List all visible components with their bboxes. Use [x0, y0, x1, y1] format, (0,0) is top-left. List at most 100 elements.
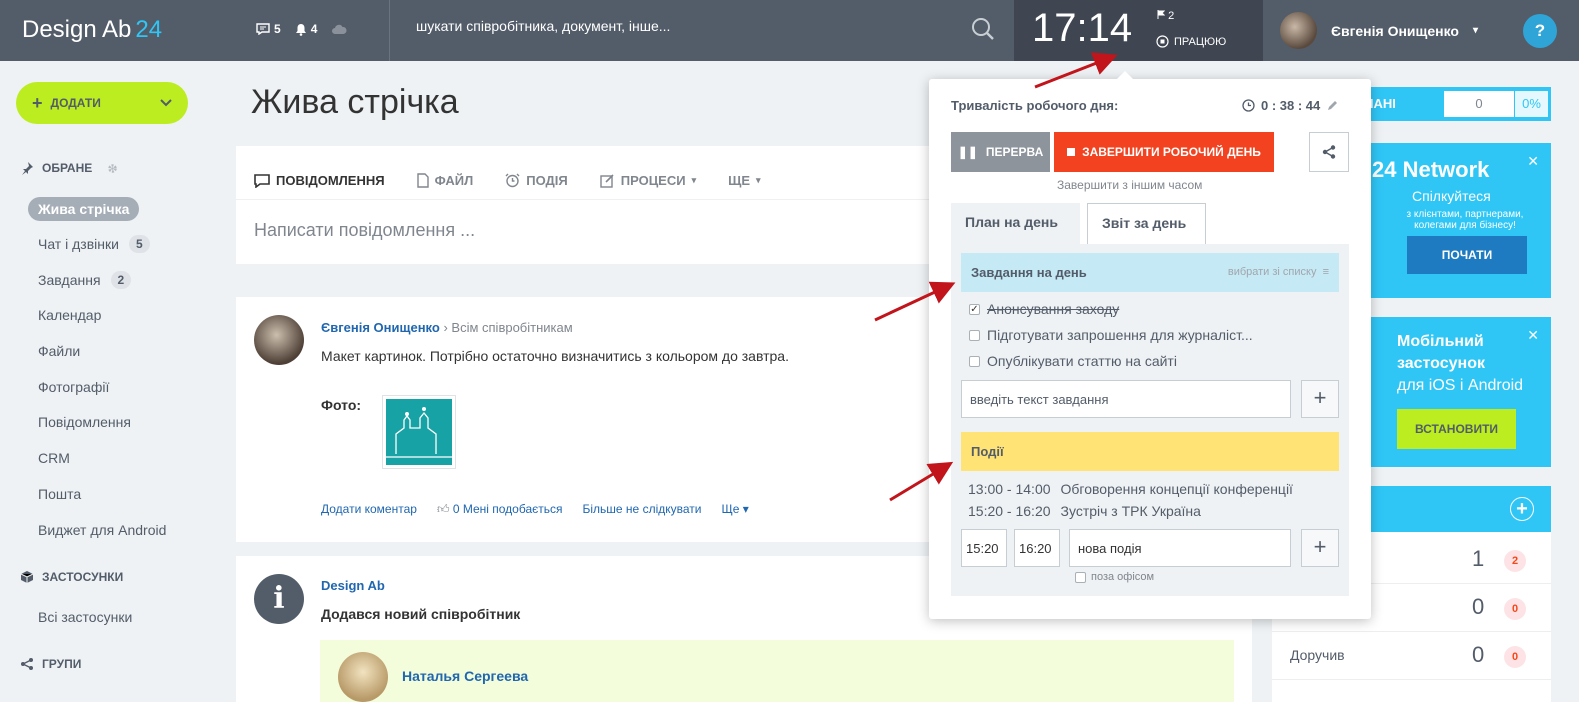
pick-from-list-link[interactable]: вибрати зі списку ≡	[1228, 266, 1329, 278]
flag-icon	[1157, 10, 1166, 19]
event-item[interactable]: 13:00 - 14:00 Обговорення концепції конфе…	[968, 481, 1293, 497]
pencil-icon[interactable]	[1326, 100, 1338, 112]
notifications-counter[interactable]: 4	[295, 22, 317, 36]
stop-icon	[1067, 148, 1076, 156]
out-of-office-option[interactable]: поза офісом	[1075, 571, 1154, 583]
pause-button[interactable]: ❚❚ ПЕРЕРВА	[951, 132, 1050, 172]
gear-icon[interactable]	[106, 162, 119, 175]
tab-day-report[interactable]: Звіт за день	[1087, 203, 1206, 244]
edit-icon	[600, 174, 614, 188]
stop-icon	[1156, 35, 1169, 48]
chevron-down-icon: ▾	[756, 175, 761, 185]
sidebar-item-chat[interactable]: Чат і дзвінки 5	[38, 235, 150, 253]
sidebar-item-messages[interactable]: Повідомлення	[38, 414, 131, 430]
task-item[interactable]: Опублікувати статтю на сайті	[969, 353, 1177, 369]
tab-event[interactable]: ПОДІЯ	[505, 162, 568, 199]
sidebar-item-calendar[interactable]: Календар	[38, 307, 101, 323]
install-button[interactable]: ВСТАНОВИТИ	[1397, 409, 1516, 449]
start-button[interactable]: ПОЧАТИ	[1407, 236, 1527, 274]
sidebar-item-files[interactable]: Файли	[38, 343, 80, 359]
post-author: Євгенія Онищенко › Всім співробітникам	[321, 320, 573, 335]
add-button[interactable]: + ДОДАТИ	[16, 82, 188, 124]
sidebar-item-all-apps[interactable]: Всі застосунки	[38, 609, 132, 625]
task-item[interactable]: ✓ Анонсування заходу	[969, 301, 1119, 317]
sidebar-item-crm[interactable]: CRM	[38, 450, 70, 466]
cube-icon	[20, 571, 34, 583]
avatar[interactable]	[338, 652, 388, 702]
tab-day-plan[interactable]: План на день	[951, 203, 1080, 244]
message-icon	[254, 173, 270, 188]
photo-thumbnail[interactable]	[382, 395, 456, 469]
user-menu[interactable]: Євгенія Онищенко ▾	[1280, 12, 1478, 49]
day-tasks-header: Завдання на день вибрати зі списку ≡	[961, 253, 1339, 292]
network-title: 24 Network	[1372, 157, 1490, 182]
task-item[interactable]: Підготувати запрошення для журналіст...	[969, 327, 1253, 343]
add-task-icon[interactable]: +	[1510, 497, 1534, 521]
event-item[interactable]: 15:20 - 16:20 Зустріч з ТРК Україна	[968, 503, 1201, 519]
info-icon: i	[254, 574, 304, 624]
sidebar-item-tasks[interactable]: Завдання 2	[38, 271, 132, 289]
alarm-icon	[505, 173, 520, 188]
new-event-input[interactable]: нова подія	[1069, 529, 1291, 567]
share-button[interactable]	[1309, 132, 1349, 172]
close-icon[interactable]: ✕	[1527, 327, 1539, 344]
event-from-input[interactable]: 15:20	[961, 529, 1007, 567]
apps-header[interactable]: ЗАСТОСУНКИ	[20, 570, 123, 584]
plan-count: 0	[1444, 91, 1514, 117]
chat-icon	[256, 23, 270, 35]
task-checkbox[interactable]	[969, 355, 980, 367]
author-avatar[interactable]	[254, 315, 304, 365]
work-day-clock[interactable]: 17:14 2 ПРАЦЮЮ	[1014, 0, 1263, 61]
logo[interactable]: Design Ab 24	[22, 16, 162, 44]
cloud-icon[interactable]	[331, 24, 347, 35]
tab-message[interactable]: ПОВІДОМЛЕННЯ	[254, 162, 385, 199]
help-button[interactable]: ?	[1523, 14, 1557, 48]
post-author[interactable]: Design Ab	[321, 578, 385, 593]
share-icon	[1322, 145, 1336, 159]
search-input[interactable]	[416, 18, 956, 34]
tab-processes[interactable]: ПРОЦЕСИ ▾	[600, 162, 696, 199]
task-text-input[interactable]: введіть текст завдання	[961, 380, 1291, 418]
favorites-header[interactable]: ОБРАНЕ	[20, 161, 119, 175]
task-checkbox[interactable]	[969, 329, 980, 341]
tab-file[interactable]: ФАЙЛ	[416, 162, 473, 199]
share-icon	[21, 658, 33, 670]
global-search	[389, 0, 1014, 61]
header-counters: 5 4	[256, 22, 347, 36]
plan-percent: 0%	[1515, 91, 1548, 117]
unfollow-link[interactable]: Більше не слідкувати	[583, 502, 702, 517]
avatar	[1280, 12, 1317, 49]
sidebar-item-android-widget[interactable]: Виджет для Android	[38, 522, 166, 538]
bell-icon	[295, 23, 306, 36]
close-icon[interactable]: ✕	[1527, 153, 1539, 170]
event-to-input[interactable]: 16:20	[1014, 529, 1060, 567]
new-employee-card: Наталья Сергеева	[320, 640, 1234, 702]
out-of-office-checkbox[interactable]	[1075, 571, 1086, 583]
sidebar-item-feed[interactable]: Жива стрічка	[28, 197, 140, 221]
sidebar-item-mail[interactable]: Пошта	[38, 486, 81, 502]
network-subtitle: Спілкуйтеся	[1412, 188, 1491, 204]
more-link[interactable]: Ще ▾	[721, 502, 748, 517]
groups-header[interactable]: ГРУПИ	[20, 657, 81, 671]
tab-more[interactable]: ЩЕ ▾	[728, 162, 760, 199]
post-destination[interactable]: Всім співробітникам	[451, 320, 572, 335]
task-checkbox[interactable]: ✓	[969, 303, 980, 315]
post-actions: Додати коментар 👍︎ 0 Мені подобається Бі…	[321, 502, 749, 517]
task-counter-row[interactable]: Доручив 00	[1272, 632, 1551, 680]
search-icon[interactable]	[970, 16, 996, 45]
photo-label: Фото:	[321, 397, 362, 413]
employee-name[interactable]: Наталья Сергеева	[402, 668, 528, 684]
finish-day-button[interactable]: ЗАВЕРШИТИ РОБОЧИЙ ДЕНЬ	[1054, 132, 1274, 172]
clock-time: 17:14	[1032, 6, 1133, 50]
finish-other-time-link[interactable]: Завершити з іншим часом	[1057, 178, 1202, 192]
like-link[interactable]: 👍︎ 0 Мені подобається	[437, 502, 563, 517]
author-link[interactable]: Євгенія Онищенко	[321, 320, 440, 335]
chevron-down-icon: ▾	[691, 175, 697, 185]
chat-badge: 5	[128, 235, 150, 253]
messages-counter[interactable]: 5	[256, 22, 281, 36]
add-comment-link[interactable]: Додати коментар	[321, 502, 417, 517]
add-task-button[interactable]: +	[1301, 380, 1339, 418]
add-event-button[interactable]: +	[1301, 529, 1339, 567]
mobile-title: Мобільний застосунок для iOS і Android	[1397, 333, 1524, 394]
sidebar-item-photos[interactable]: Фотографії	[38, 379, 109, 395]
